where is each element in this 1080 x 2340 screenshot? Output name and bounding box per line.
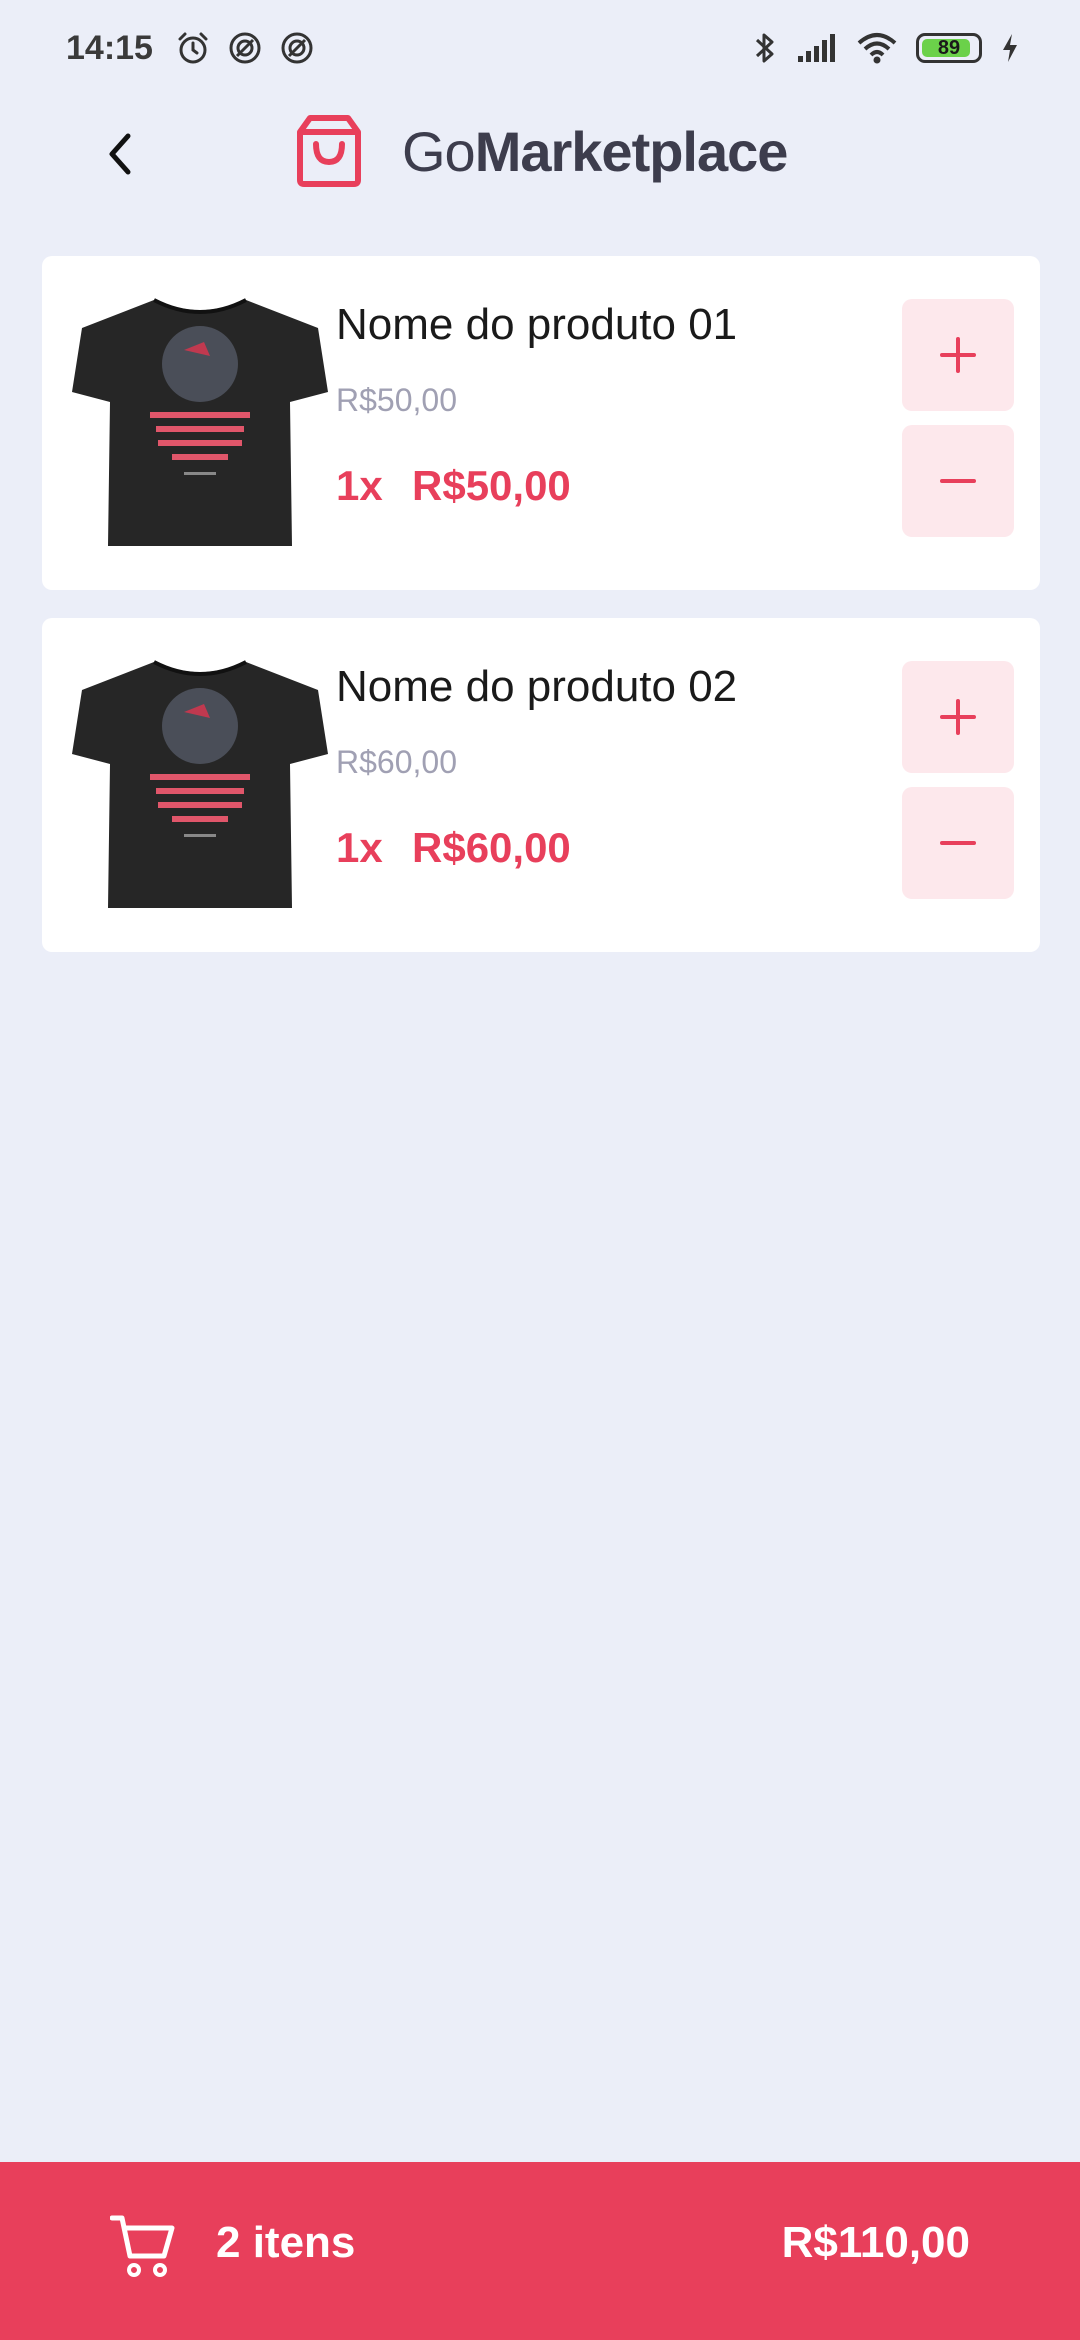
increment-button[interactable] bbox=[902, 661, 1014, 773]
header: GoMarketplace bbox=[0, 96, 1080, 212]
shopping-bag-icon bbox=[297, 115, 361, 187]
cart-items-count: 2 itens bbox=[216, 2218, 356, 2267]
minus-icon bbox=[940, 479, 976, 483]
product-card: Nome do produto 01 R$50,00 1x R$50,00 bbox=[42, 256, 1040, 590]
cart-icon bbox=[110, 2215, 175, 2277]
brand-prefix: Go bbox=[402, 119, 476, 183]
product-unit-price: R$50,00 bbox=[336, 382, 457, 418]
status-right: 89 bbox=[752, 30, 1020, 66]
battery-icon: 89 bbox=[916, 33, 982, 63]
product-image bbox=[72, 298, 328, 546]
decrement-button[interactable] bbox=[902, 787, 1014, 899]
decrement-button[interactable] bbox=[902, 425, 1014, 537]
alarm-icon bbox=[175, 30, 211, 66]
sync-icon bbox=[279, 30, 315, 66]
charging-icon bbox=[1000, 32, 1020, 64]
back-button[interactable] bbox=[88, 122, 152, 186]
status-bar: 14:15 89 bbox=[0, 0, 1080, 96]
status-left: 14:15 bbox=[66, 29, 315, 68]
plus-icon bbox=[940, 337, 976, 373]
brand-name: GoMarketplace bbox=[402, 119, 789, 184]
brand: GoMarketplace bbox=[296, 114, 789, 188]
wifi-icon bbox=[856, 31, 898, 65]
product-quantity: 1x bbox=[336, 462, 383, 509]
minus-icon bbox=[940, 841, 976, 845]
product-subtotal: R$60,00 bbox=[412, 824, 571, 871]
chevron-left-icon bbox=[109, 133, 131, 175]
screen: 14:15 89 GoMarketplace Nome do produto 0… bbox=[0, 0, 1080, 2340]
battery-level: 89 bbox=[937, 36, 961, 59]
brand-suffix: Marketplace bbox=[474, 119, 789, 183]
product-subtotal: R$50,00 bbox=[412, 462, 571, 509]
product-unit-price: R$60,00 bbox=[336, 744, 457, 780]
status-time: 14:15 bbox=[66, 28, 153, 67]
sync-icon bbox=[227, 30, 263, 66]
product-card: Nome do produto 02 R$60,00 1x R$60,00 bbox=[42, 618, 1040, 952]
product-title: Nome do produto 01 bbox=[336, 300, 738, 349]
signal-icon bbox=[796, 32, 838, 64]
cart-footer[interactable]: 2 itens R$110,00 bbox=[0, 2162, 1080, 2340]
product-quantity: 1x bbox=[336, 824, 383, 871]
product-image bbox=[72, 660, 328, 908]
plus-icon bbox=[940, 699, 976, 735]
bluetooth-icon bbox=[752, 30, 778, 66]
cart-total: R$110,00 bbox=[781, 2218, 970, 2267]
product-title: Nome do produto 02 bbox=[336, 662, 738, 711]
increment-button[interactable] bbox=[902, 299, 1014, 411]
